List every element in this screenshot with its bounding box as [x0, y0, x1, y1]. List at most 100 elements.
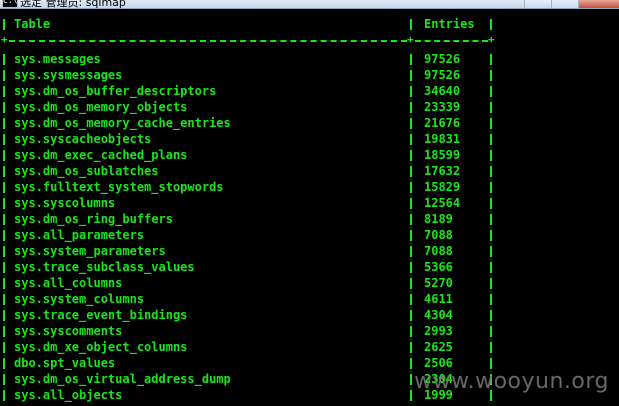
- entries-count-cell: 17632: [424, 164, 461, 178]
- row-border-right: [490, 246, 492, 257]
- table-name-cell: sys.syscacheobjects: [14, 132, 152, 146]
- entries-count-cell: 8189: [424, 212, 453, 226]
- row-border-right: [490, 54, 492, 65]
- entries-count-cell: 97526: [424, 68, 461, 82]
- row-border-right: [490, 134, 492, 145]
- row-border-left: [3, 262, 5, 273]
- close-button[interactable]: [578, 0, 619, 8]
- row-border-right: [490, 214, 492, 225]
- table-name-cell: sys.syscolumns: [14, 196, 116, 210]
- entries-count-cell: 7088: [424, 228, 453, 242]
- maximize-button[interactable]: [551, 0, 578, 8]
- table-name-cell: sys.trace_subclass_values: [14, 260, 195, 274]
- row-border-left: [3, 358, 5, 369]
- table-border-right: [490, 19, 492, 30]
- row-border-right: [490, 86, 492, 97]
- row-border-right: [490, 310, 492, 321]
- entries-count-cell: 15829: [424, 180, 461, 194]
- table-name-cell: sys.dm_os_ring_buffers: [14, 212, 173, 226]
- row-border-separator: [410, 294, 412, 305]
- row-border-separator: [410, 262, 412, 273]
- row-border-separator: [410, 230, 412, 241]
- row-border-left: [3, 134, 5, 145]
- entries-count-cell: 18599: [424, 148, 461, 162]
- row-border-separator: [410, 54, 412, 65]
- console-app-icon: C:\: [2, 0, 18, 8]
- table-border-separator: [410, 19, 412, 30]
- table-name-cell: sys.sysmessages: [14, 68, 123, 82]
- row-border-left: [3, 246, 5, 257]
- row-border-separator: [410, 70, 412, 81]
- table-header-divider: [9, 40, 407, 42]
- row-border-right: [490, 262, 492, 273]
- row-border-right: [490, 342, 492, 353]
- row-border-separator: [410, 182, 412, 193]
- entries-count-cell: 4304: [424, 308, 453, 322]
- row-border-separator: [410, 310, 412, 321]
- column-header-entries: Entries: [424, 17, 475, 31]
- row-border-separator: [410, 214, 412, 225]
- entries-count-cell: 5366: [424, 260, 453, 274]
- column-header-table: Table: [14, 17, 51, 31]
- entries-count-cell: 2993: [424, 324, 453, 338]
- console-output[interactable]: Table Entries + + + sys.messages 97526 sys…: [0, 9, 619, 406]
- row-border-left: [3, 294, 5, 305]
- table-name-cell: sys.dm_os_memory_cache_entries: [14, 116, 231, 130]
- row-border-right: [490, 118, 492, 129]
- row-border-left: [3, 278, 5, 289]
- table-header-divider-entries: [415, 40, 488, 42]
- table-name-cell: sys.dm_os_virtual_address_dump: [14, 372, 231, 386]
- row-border-left: [3, 374, 5, 385]
- row-border-left: [3, 102, 5, 113]
- table-name-cell: sys.system_parameters: [14, 244, 166, 258]
- row-border-separator: [410, 134, 412, 145]
- row-border-right: [490, 294, 492, 305]
- row-border-right: [490, 166, 492, 177]
- row-border-left: [3, 230, 5, 241]
- row-border-left: [3, 150, 5, 161]
- table-border-left: [3, 19, 5, 30]
- row-border-separator: [410, 342, 412, 353]
- table-name-cell: sys.syscomments: [14, 324, 123, 338]
- entries-count-cell: 4611: [424, 292, 453, 306]
- row-border-right: [490, 358, 492, 369]
- row-border-left: [3, 198, 5, 209]
- row-border-separator: [410, 150, 412, 161]
- row-border-left: [3, 86, 5, 97]
- window-titlebar[interactable]: C:\ 选定 管理员: sqlmap: [0, 0, 619, 9]
- table-name-cell: sys.messages: [14, 52, 101, 66]
- row-border-left: [3, 166, 5, 177]
- table-corner-middle: +: [407, 33, 414, 46]
- row-border-right: [490, 198, 492, 209]
- row-border-left: [3, 310, 5, 321]
- window-controls: [524, 0, 619, 8]
- row-border-separator: [410, 374, 412, 385]
- minimize-button[interactable]: [524, 0, 551, 8]
- row-border-separator: [410, 166, 412, 177]
- row-border-right: [490, 278, 492, 289]
- row-border-right: [490, 102, 492, 113]
- table-corner-right: +: [488, 33, 495, 46]
- table-name-cell: sys.dm_os_sublatches: [14, 164, 159, 178]
- row-border-separator: [410, 278, 412, 289]
- entries-count-cell: 21676: [424, 116, 461, 130]
- table-name-cell: sys.dm_xe_object_columns: [14, 340, 188, 354]
- row-border-separator: [410, 86, 412, 97]
- table-name-cell: dbo.spt_values: [14, 356, 116, 370]
- entries-count-cell: 2625: [424, 340, 453, 354]
- table-name-cell: sys.trace_event_bindings: [14, 308, 188, 322]
- entries-count-cell: 12564: [424, 196, 461, 210]
- row-border-left: [3, 118, 5, 129]
- row-border-separator: [410, 326, 412, 337]
- row-border-separator: [410, 198, 412, 209]
- row-border-separator: [410, 118, 412, 129]
- row-border-separator: [410, 390, 412, 401]
- row-border-left: [3, 390, 5, 401]
- row-border-right: [490, 230, 492, 241]
- entries-count-cell: 5270: [424, 276, 453, 290]
- table-name-cell: sys.dm_os_buffer_descriptors: [14, 84, 217, 98]
- table-name-cell: sys.dm_exec_cached_plans: [14, 148, 188, 162]
- table-name-cell: sys.dm_os_memory_objects: [14, 100, 188, 114]
- row-border-right: [490, 70, 492, 81]
- row-border-left: [3, 182, 5, 193]
